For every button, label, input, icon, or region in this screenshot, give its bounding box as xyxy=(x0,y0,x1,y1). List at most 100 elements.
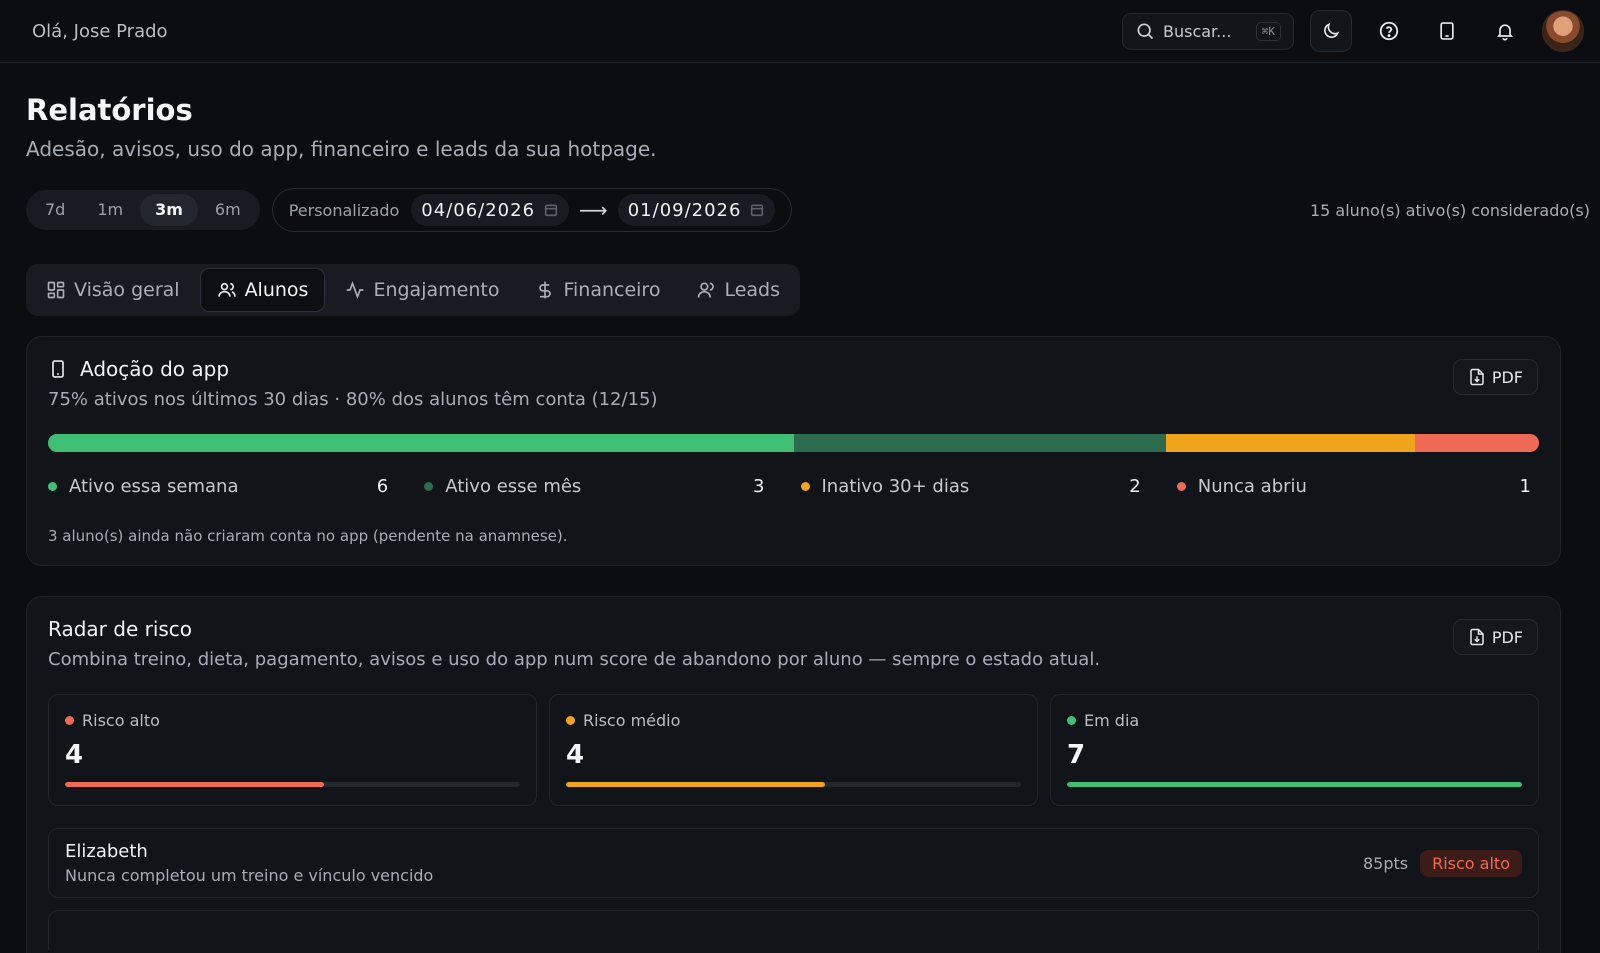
report-tabs: Visão geral Alunos Engajamento Financeir… xyxy=(26,264,800,316)
help-icon xyxy=(1378,20,1400,42)
adoption-stacked-bar xyxy=(48,434,1539,452)
legend-dot xyxy=(1176,482,1186,491)
legend-count: 1 xyxy=(1519,476,1531,497)
phone-icon xyxy=(48,358,68,380)
student-name: Elizabeth xyxy=(65,841,148,862)
date-to-input[interactable]: 01/09/2026 xyxy=(617,194,776,226)
period-6m[interactable]: 6m xyxy=(200,194,256,226)
date-to-value: 01/09/2026 xyxy=(627,199,742,221)
tab-label: Alunos xyxy=(244,279,309,301)
tab-engajamento[interactable]: Engajamento xyxy=(329,268,515,312)
legend-dot xyxy=(800,482,810,491)
adoption-note: 3 aluno(s) ainda não criaram conta no ap… xyxy=(48,527,568,545)
student-score: 85pts Risco alto xyxy=(1362,849,1522,877)
user-icon xyxy=(696,280,716,300)
tab-financeiro[interactable]: Financeiro xyxy=(519,268,676,312)
app-adoption-card: Adoção do app PDF 75% ativos nos últimos… xyxy=(26,336,1561,566)
greeting: Olá, Jose Prado xyxy=(32,20,168,42)
period-selector: 7d 1m 3m 6m xyxy=(26,190,260,230)
card-subtitle: Combina treino, dieta, pagamento, avisos… xyxy=(48,649,1101,670)
risk-summary-grid: Risco alto 4 Risco médio 4 Em dia 7 xyxy=(48,694,1539,806)
card-title: Radar de risco xyxy=(48,617,193,641)
risk-progress-track xyxy=(1067,782,1522,787)
risk-summary-box[interactable]: Risco médio 4 xyxy=(549,694,1038,806)
legend-count: 6 xyxy=(376,476,389,497)
tab-leads[interactable]: Leads xyxy=(680,268,796,312)
period-1m[interactable]: 1m xyxy=(82,194,138,226)
risk-label: Risco médio xyxy=(566,711,1021,730)
filter-row: 7d 1m 3m 6m Personalizado 04/06/2026 ⟶ 0… xyxy=(26,188,1590,232)
card-header: Radar de risco xyxy=(48,617,1540,641)
legend-item: Ativo esse mês 3 xyxy=(410,476,786,497)
risk-dot xyxy=(1067,716,1076,725)
student-risk-row[interactable]: Elizabeth Nunca completou um treino e ví… xyxy=(48,828,1539,898)
card-title: Adoção do app xyxy=(80,357,230,381)
period-7d[interactable]: 7d xyxy=(30,194,80,226)
moon-icon xyxy=(1321,21,1341,41)
risk-label-text: Em dia xyxy=(1084,711,1140,730)
tab-label: Visão geral xyxy=(74,279,180,301)
tab-label: Financeiro xyxy=(563,279,661,301)
period-3m[interactable]: 3m xyxy=(140,194,198,226)
adoption-bar-segment xyxy=(1166,434,1415,452)
adoption-bar-segment xyxy=(793,434,1167,452)
notifications-button[interactable] xyxy=(1484,10,1526,52)
range-arrow: ⟶ xyxy=(579,198,608,222)
risk-badge: Risco alto xyxy=(1420,849,1522,877)
search-placeholder: Buscar... xyxy=(1163,21,1232,41)
student-risk-row[interactable] xyxy=(48,910,1539,950)
risk-count: 7 xyxy=(1067,740,1086,770)
legend-label: Nunca abriu xyxy=(1197,476,1307,497)
risk-progress-fill xyxy=(65,782,325,787)
date-from-input[interactable]: 04/06/2026 xyxy=(411,194,570,226)
calendar-icon xyxy=(749,202,765,218)
tablet-button[interactable] xyxy=(1426,10,1468,52)
custom-range: Personalizado 04/06/2026 ⟶ 01/09/2026 xyxy=(271,188,793,232)
tab-visao-geral[interactable]: Visão geral xyxy=(30,268,196,312)
risk-points: 85pts xyxy=(1362,853,1409,873)
legend-label: Ativo essa semana xyxy=(69,476,239,497)
adoption-bar-segment xyxy=(1414,434,1539,452)
legend-label: Inativo 30+ dias xyxy=(821,476,970,497)
legend-dot xyxy=(424,482,434,491)
calendar-icon xyxy=(543,202,559,218)
risk-progress-fill xyxy=(566,782,826,787)
legend-label: Ativo esse mês xyxy=(445,476,582,497)
risk-radar-card: Radar de risco PDF Combina treino, dieta… xyxy=(26,596,1561,953)
adoption-bar-segment xyxy=(48,434,794,452)
risk-count: 4 xyxy=(566,740,585,770)
bell-icon xyxy=(1495,20,1515,42)
risk-label: Em dia xyxy=(1067,711,1522,730)
risk-dot xyxy=(566,716,575,725)
risk-summary-box[interactable]: Risco alto 4 xyxy=(48,694,537,806)
pdf-export-button[interactable]: PDF xyxy=(1452,359,1538,395)
search-input[interactable]: Buscar... ⌘K xyxy=(1122,12,1294,50)
activity-icon xyxy=(345,280,365,300)
file-download-icon xyxy=(1468,368,1486,386)
tab-label: Engajamento xyxy=(373,279,500,301)
risk-progress-track xyxy=(65,782,520,787)
pdf-label: PDF xyxy=(1491,367,1523,387)
search-icon xyxy=(1135,21,1155,41)
pdf-label: PDF xyxy=(1491,627,1523,647)
main-content: Relatórios Adesão, avisos, uso do app, f… xyxy=(0,93,1600,953)
tab-alunos[interactable]: Alunos xyxy=(199,268,326,312)
legend-count: 3 xyxy=(753,476,765,497)
risk-label-text: Risco alto xyxy=(82,711,160,730)
theme-toggle-button[interactable] xyxy=(1310,10,1352,52)
page-subtitle: Adesão, avisos, uso do app, financeiro e… xyxy=(26,137,657,161)
risk-label: Risco alto xyxy=(65,711,520,730)
top-bar: Olá, Jose Prado Buscar... ⌘K xyxy=(0,0,1600,63)
risk-summary-box[interactable]: Em dia 7 xyxy=(1050,694,1539,806)
card-header: Adoção do app xyxy=(48,357,1540,381)
pdf-export-button[interactable]: PDF xyxy=(1452,619,1538,655)
users-icon xyxy=(217,280,237,300)
risk-dot xyxy=(65,716,74,725)
card-subtitle: 75% ativos nos últimos 30 dias · 80% dos… xyxy=(48,389,658,410)
legend-count: 2 xyxy=(1129,476,1141,497)
student-reason: Nunca completou um treino e vínculo venc… xyxy=(65,866,434,885)
adoption-legend: Ativo essa semana 6 Ativo esse mês 3 Inativo… xyxy=(48,476,1539,497)
help-button[interactable] xyxy=(1368,10,1410,52)
user-avatar[interactable] xyxy=(1542,10,1584,52)
active-students-count: 15 aluno(s) ativo(s) considerado(s) xyxy=(1309,200,1590,220)
